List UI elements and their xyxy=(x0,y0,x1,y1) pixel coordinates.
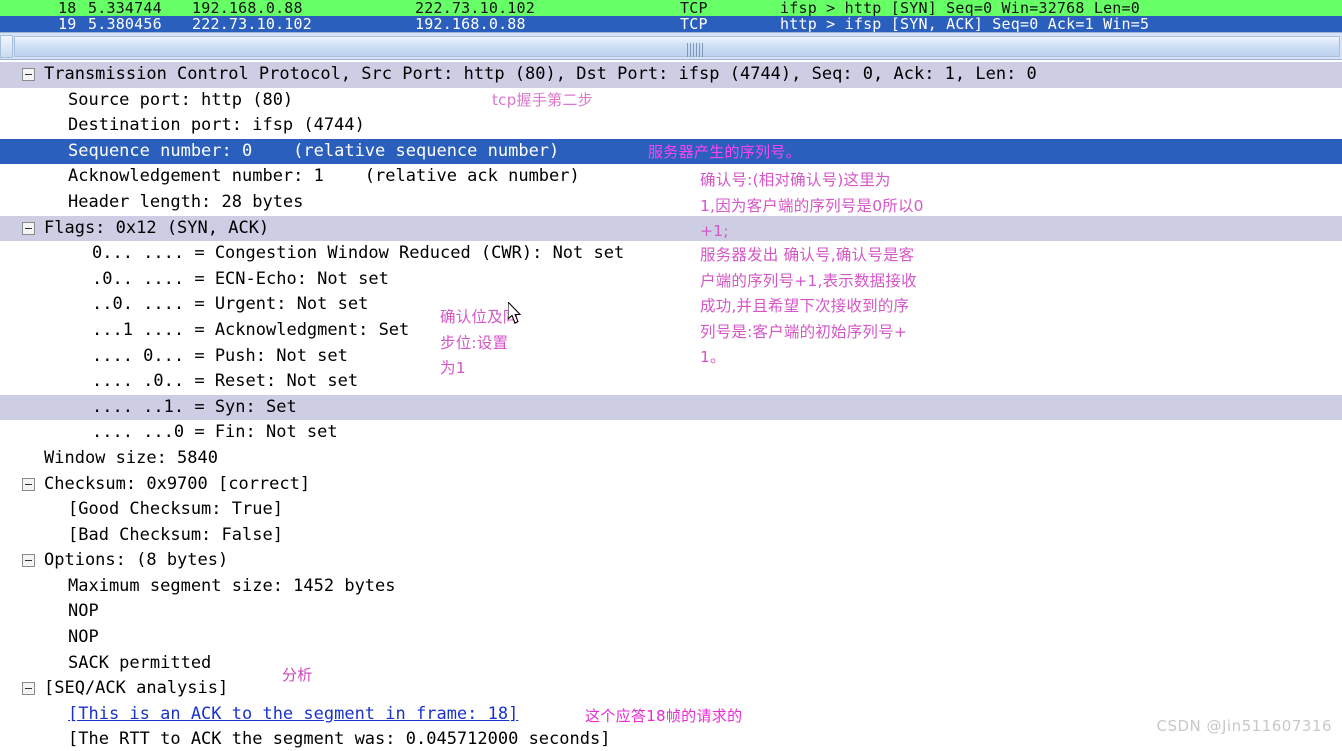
tree-row-label: Acknowledgement number: 1 (relative ack … xyxy=(68,166,580,187)
tree-row-flag-urgent[interactable]: ..0. .... = Urgent: Not set xyxy=(0,292,1342,318)
tree-row-checksum[interactable]: Checksum: 0x9700 [correct] xyxy=(0,472,1342,498)
tree-row-label: .... ...0 = Fin: Not set xyxy=(92,422,338,443)
tree-row-seq-ack-analysis[interactable]: [SEQ/ACK analysis] xyxy=(0,676,1342,702)
tree-row-acknowledgement-number[interactable]: Acknowledgement number: 1 (relative ack … xyxy=(0,164,1342,190)
packet-list-row-18[interactable]: 18 5.334744 192.168.0.88 222.73.10.102 T… xyxy=(0,0,1342,16)
tree-row-sack-permitted[interactable]: SACK permitted xyxy=(0,651,1342,677)
tree-row-label: Destination port: ifsp (4744) xyxy=(68,115,365,136)
packet-source: 222.73.10.102 xyxy=(192,15,312,32)
tree-row-label: Header length: 28 bytes xyxy=(68,191,304,212)
tree-row-destination-port[interactable]: Destination port: ifsp (4744) xyxy=(0,113,1342,139)
tree-row-label: ...1 .... = Acknowledgment: Set xyxy=(92,319,410,340)
tree-row-window-size[interactable]: Window size: 5840 xyxy=(0,446,1342,472)
scroll-left-button[interactable] xyxy=(0,35,13,58)
annotation-server-ack-explanation: 服务器发出 确认号,确认号是客 户端的序列号+1,表示数据接收 成功,并且希望下… xyxy=(700,246,917,367)
annotation-server-sequence-number: 服务器产生的序列号。 xyxy=(648,143,802,161)
tree-row-source-port[interactable]: Source port: http (80) xyxy=(0,88,1342,114)
tree-row-label: Source port: http (80) xyxy=(68,89,294,110)
annotation-handshake-step: tcp握手第二步 xyxy=(492,91,594,109)
packet-no: 19 xyxy=(58,15,77,32)
tree-row-label: .... .0.. = Reset: Not set xyxy=(92,371,359,392)
tree-row-label: ..0. .... = Urgent: Not set xyxy=(92,294,369,315)
tree-row-label: .... 0... = Push: Not set xyxy=(92,345,348,366)
packet-info: ifsp > http [SYN] Seq=0 Win=32768 Len=0 xyxy=(780,0,1140,17)
annotation-flag-bits-note: 确认位及同 步位:设置 为1 xyxy=(440,308,519,378)
tree-row-label: [Bad Checksum: False] xyxy=(68,524,283,545)
tree-row-label: [SEQ/ACK analysis] xyxy=(44,678,229,699)
wireshark-window: 18 5.334744 192.168.0.88 222.73.10.102 T… xyxy=(0,0,1342,751)
tree-row-rtt-to-ack[interactable]: [The RTT to ACK the segment was: 0.04571… xyxy=(0,727,1342,751)
tree-row-nop-1[interactable]: NOP xyxy=(0,599,1342,625)
annotation-ack-frame-note: 这个应答18帧的请求的 xyxy=(585,707,743,725)
tree-row-options[interactable]: Options: (8 bytes) xyxy=(0,548,1342,574)
tree-row-label: Options: (8 bytes) xyxy=(44,550,229,571)
csdn-watermark: CSDN @Jin511607316 xyxy=(1156,717,1332,735)
tree-row-flags[interactable]: Flags: 0x12 (SYN, ACK) xyxy=(0,215,1342,242)
packet-protocol: TCP xyxy=(680,0,708,17)
tree-row-tcp-root[interactable]: Transmission Control Protocol, Src Port:… xyxy=(0,62,1342,88)
tree-row-label: Transmission Control Protocol, Src Port:… xyxy=(44,64,1037,84)
packet-list-row-19[interactable]: 19 5.380456 222.73.10.102 192.168.0.88 T… xyxy=(0,16,1342,32)
collapse-minus-icon[interactable] xyxy=(22,221,35,235)
tree-row-good-checksum[interactable]: [Good Checksum: True] xyxy=(0,497,1342,523)
tree-row-label: NOP xyxy=(68,601,99,622)
packet-info: http > ifsp [SYN, ACK] Seq=0 Ack=1 Win=5 xyxy=(780,15,1150,32)
scrollbar-track[interactable] xyxy=(14,36,1340,57)
tree-row-label: Sequence number: 0 (relative sequence nu… xyxy=(68,140,560,161)
tree-row-bad-checksum[interactable]: [Bad Checksum: False] xyxy=(0,523,1342,549)
packet-source: 192.168.0.88 xyxy=(192,0,303,17)
ack-to-segment-link[interactable]: [This is an ACK to the segment in frame:… xyxy=(68,702,518,728)
tree-row-flag-cwr[interactable]: 0... .... = Congestion Window Reduced (C… xyxy=(0,241,1342,267)
tree-row-flag-ecn-echo[interactable]: .0.. .... = ECN-Echo: Not set xyxy=(0,267,1342,293)
packet-time: 5.380456 xyxy=(88,15,162,32)
tree-row-label: Maximum segment size: 1452 bytes xyxy=(68,575,396,596)
tree-row-label: NOP xyxy=(68,627,99,648)
packet-no: 18 xyxy=(58,0,77,17)
tree-row-flag-push[interactable]: .... 0... = Push: Not set xyxy=(0,344,1342,370)
tree-row-label: .... ..1. = Syn: Set xyxy=(92,396,297,417)
packet-protocol: TCP xyxy=(680,15,708,32)
tree-row-flag-fin[interactable]: .... ...0 = Fin: Not set xyxy=(0,420,1342,446)
horizontal-scrollbar[interactable] xyxy=(0,32,1342,60)
tree-row-label: Window size: 5840 xyxy=(44,447,218,468)
packet-destination: 192.168.0.88 xyxy=(415,15,526,32)
scrollbar-thumb[interactable] xyxy=(687,43,703,57)
tree-row-flag-acknowledgment[interactable]: ...1 .... = Acknowledgment: Set xyxy=(0,318,1342,344)
tree-row-flag-reset[interactable]: .... .0.. = Reset: Not set xyxy=(0,369,1342,395)
tree-row-flag-syn[interactable]: .... ..1. = Syn: Set xyxy=(0,394,1342,421)
tree-row-label: [Good Checksum: True] xyxy=(68,499,283,520)
collapse-minus-icon[interactable] xyxy=(22,477,35,491)
annotation-analysis-label: 分析 xyxy=(282,666,313,684)
tree-row-label: .0.. .... = ECN-Echo: Not set xyxy=(92,268,389,289)
collapse-minus-icon[interactable] xyxy=(22,554,35,568)
tree-row-label: 0... .... = Congestion Window Reduced (C… xyxy=(92,243,625,264)
tree-row-header-length[interactable]: Header length: 28 bytes xyxy=(0,190,1342,216)
tree-row-label: [The RTT to ACK the segment was: 0.04571… xyxy=(68,729,611,750)
packet-time: 5.334744 xyxy=(88,0,162,17)
tree-row-label: Flags: 0x12 (SYN, ACK) xyxy=(44,217,270,238)
collapse-minus-icon[interactable] xyxy=(22,68,35,81)
tree-row-label: Checksum: 0x9700 [correct] xyxy=(44,473,311,494)
tree-row-nop-2[interactable]: NOP xyxy=(0,625,1342,651)
tree-row-maximum-segment-size[interactable]: Maximum segment size: 1452 bytes xyxy=(0,574,1342,600)
annotation-ack-number-note: 确认号:(相对确认号)这里为 1,因为客户端的序列号是0所以0 +1; xyxy=(700,171,924,241)
packet-destination: 222.73.10.102 xyxy=(415,0,535,17)
packet-list-pane[interactable]: 18 5.334744 192.168.0.88 222.73.10.102 T… xyxy=(0,0,1342,32)
collapse-minus-icon[interactable] xyxy=(22,682,35,696)
tree-row-label: SACK permitted xyxy=(68,652,212,673)
